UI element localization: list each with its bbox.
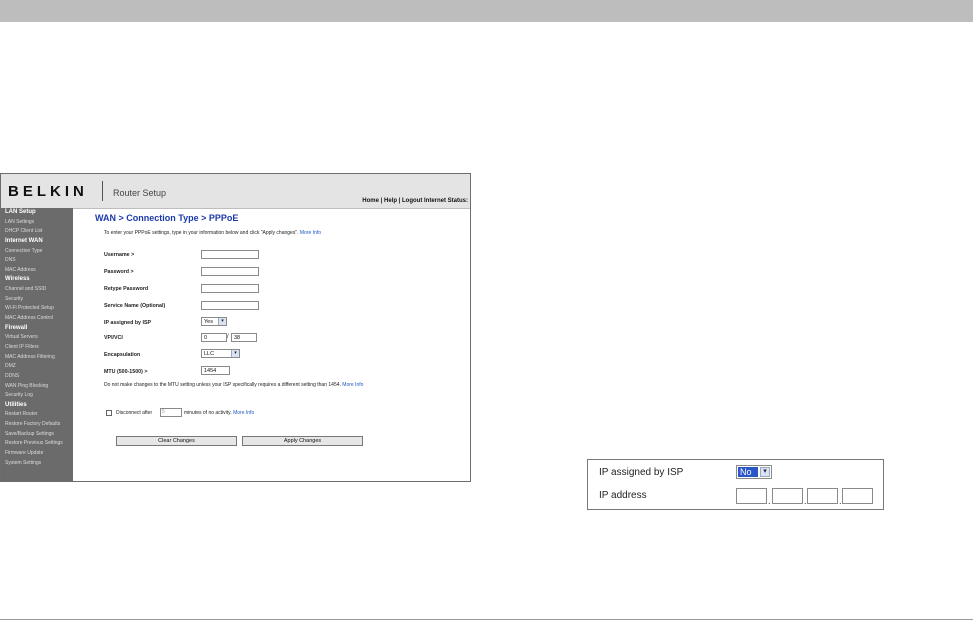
ip-assigned-value: Yes	[204, 319, 213, 325]
sidebar-item[interactable]: Restore Factory Defaults	[1, 420, 73, 430]
encapsulation-value: LLC	[204, 351, 215, 357]
password-label: Password >	[104, 269, 134, 275]
sidebar-item[interactable]: Connection Type	[1, 247, 73, 257]
sidebar-item[interactable]: Security	[1, 295, 73, 305]
sidebar-item[interactable]: Restart Router	[1, 410, 73, 420]
bottom-rule	[0, 619, 973, 620]
clear-changes-button[interactable]: Clear Changes	[116, 436, 237, 446]
ip-octet-4-input[interactable]	[842, 488, 873, 504]
service-name-input[interactable]	[201, 301, 259, 310]
sidebar-item[interactable]: DMZ	[1, 362, 73, 372]
top-bar	[0, 0, 973, 22]
sidebar-item[interactable]: Firmware Update	[1, 449, 73, 459]
sidebar-item[interactable]: Security Log	[1, 391, 73, 401]
router-screenshot: BELKIN Router Setup Home | Help | Logout…	[0, 173, 471, 482]
mtu-note: Do not make changes to the MTU setting u…	[104, 382, 404, 389]
ip-assigned-label: IP assigned by ISP	[104, 320, 152, 326]
apply-changes-button[interactable]: Apply Changes	[242, 436, 363, 446]
sidebar-item[interactable]: LAN Settings	[1, 218, 73, 228]
sidebar-section-heading: Internet WAN	[5, 237, 43, 244]
page-title: WAN > Connection Type > PPPoE	[95, 213, 239, 223]
intro-text: To enter your PPPoE settings, type in yo…	[104, 230, 321, 236]
app-title: Router Setup	[113, 188, 167, 198]
belkin-logo: BELKIN	[8, 183, 88, 200]
username-label: Username >	[104, 252, 135, 258]
sidebar-item[interactable]: WAN Ping Blocking	[1, 382, 73, 392]
logo-divider	[102, 181, 103, 201]
vpivci-label: VPI/VCI	[104, 335, 123, 341]
retype-password-label: Retype Password	[104, 286, 149, 292]
callout-ip-assigned-value: No	[738, 467, 758, 477]
retype-password-input[interactable]	[201, 284, 259, 293]
main-content: WAN > Connection Type > PPPoE To enter y…	[73, 208, 470, 481]
sidebar-item[interactable]: MAC Address	[1, 266, 73, 276]
sidebar-section-heading: LAN Setup	[5, 209, 36, 215]
disconnect-minutes-input[interactable]: 5	[160, 408, 182, 417]
mtu-more-info-link[interactable]: More Info	[342, 382, 363, 388]
mtu-note-text: Do not make changes to the MTU setting u…	[104, 382, 341, 388]
password-input[interactable]	[201, 267, 259, 276]
chevron-down-icon: ▾	[760, 467, 770, 477]
ip-dot: .	[768, 496, 771, 506]
sidebar-item[interactable]: MAC Address Filtering	[1, 353, 73, 363]
ip-address-callout: IP assigned by ISP No ▾ IP address . . .	[587, 459, 884, 510]
callout-ip-address-label: IP address	[599, 490, 647, 501]
sidebar-item[interactable]: DHCP Client List	[1, 227, 73, 237]
sidebar-section-heading: Firewall	[5, 324, 28, 331]
sidebar: LAN Setup LAN Settings DHCP Client List Int…	[1, 208, 73, 481]
callout-ip-assigned-label: IP assigned by ISP	[599, 467, 684, 478]
mtu-input[interactable]: 1454	[201, 366, 230, 375]
username-input[interactable]	[201, 250, 259, 259]
sidebar-item[interactable]: Restore Previous Settings	[1, 439, 73, 449]
sidebar-item[interactable]: MAC Address Control	[1, 314, 73, 324]
intro-label: To enter your PPPoE settings, type in yo…	[104, 230, 299, 236]
disconnect-checkbox[interactable]	[106, 410, 112, 416]
sidebar-item[interactable]: DDNS	[1, 372, 73, 382]
disconnect-label: Disconnect after	[116, 410, 153, 416]
disconnect-suffix-text: minutes of no activity.	[184, 410, 232, 416]
disconnect-more-info-link[interactable]: More Info	[233, 410, 254, 416]
sidebar-item[interactable]: Save/Backup Settings	[1, 430, 73, 440]
sidebar-item[interactable]: Client IP Filters	[1, 343, 73, 353]
sidebar-item[interactable]: System Settings	[1, 459, 73, 469]
sidebar-item[interactable]: DNS	[1, 256, 73, 266]
vpi-input[interactable]: 0	[201, 333, 227, 342]
vpivci-separator: /	[227, 334, 229, 340]
vci-input[interactable]: 38	[231, 333, 257, 342]
router-header: BELKIN Router Setup Home | Help | Logout…	[1, 174, 470, 209]
ip-octet-1-input[interactable]	[736, 488, 767, 504]
sidebar-item[interactable]: Wi-Fi Protected Setup	[1, 304, 73, 314]
encapsulation-label: Encapsulation	[104, 352, 141, 358]
disconnect-suffix: minutes of no activity. More Info	[184, 410, 254, 416]
encapsulation-select[interactable]: LLC ▾	[201, 349, 240, 358]
callout-ip-assigned-select[interactable]: No ▾	[736, 465, 772, 479]
ip-octet-3-input[interactable]	[807, 488, 838, 504]
ip-octet-2-input[interactable]	[772, 488, 803, 504]
service-name-label: Service Name (Optional)	[104, 303, 166, 309]
sidebar-section-heading: Wireless	[5, 276, 30, 283]
chevron-down-icon: ▾	[218, 318, 226, 325]
ip-assigned-select[interactable]: Yes ▾	[201, 317, 227, 326]
sidebar-item[interactable]: Channel and SSID	[1, 285, 73, 295]
chevron-down-icon: ▾	[231, 350, 239, 357]
more-info-link[interactable]: More Info	[300, 230, 321, 236]
mtu-label: MTU (500-1500) >	[104, 369, 148, 375]
sidebar-section-heading: Utilities	[5, 401, 27, 408]
sidebar-item[interactable]: Virtual Servers	[1, 333, 73, 343]
header-links[interactable]: Home | Help | Logout Internet Status:	[362, 198, 468, 204]
